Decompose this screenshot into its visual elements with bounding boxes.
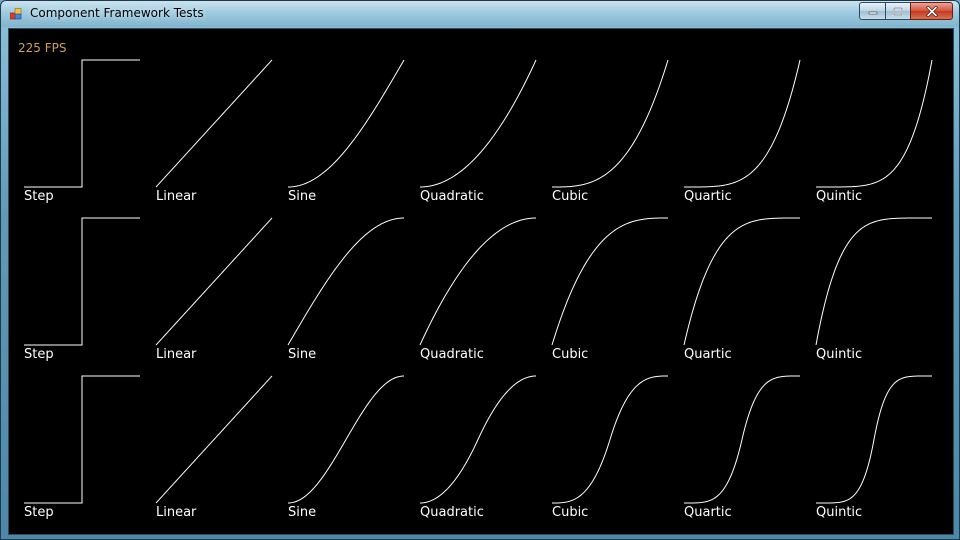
easing-label-sine: Sine: [288, 505, 316, 520]
easing-label-quintic: Quintic: [816, 505, 862, 520]
easing-curve-linear-in-out: [155, 375, 273, 504]
easing-label-step: Step: [24, 347, 54, 362]
easing-label-linear: Linear: [156, 347, 197, 362]
easing-curve-quartic-in-out: [684, 375, 800, 504]
app-window: Component Framework Tests Step Linear Si…: [0, 0, 960, 540]
easing-label-linear: Linear: [156, 189, 197, 204]
easing-label-step: Step: [24, 189, 54, 204]
easing-curve-step-out: [24, 217, 140, 346]
easing-label-cubic: Cubic: [552, 347, 588, 362]
title-bar[interactable]: Component Framework Tests: [1, 1, 959, 27]
easing-label-quadratic: Quadratic: [420, 347, 484, 362]
easing-label-linear: Linear: [156, 505, 197, 520]
easing-label-quadratic: Quadratic: [420, 189, 484, 204]
fps-counter: 225 FPS: [18, 41, 67, 55]
easing-curve-quintic-in: [816, 59, 933, 188]
maximize-icon: [893, 6, 903, 16]
easing-curve-linear-in: [155, 59, 273, 188]
easing-label-cubic: Cubic: [552, 505, 588, 520]
easing-curve-quartic-in: [684, 59, 801, 188]
minimize-button[interactable]: [859, 2, 885, 20]
easing-curve-sine-in-out: [287, 375, 405, 504]
easing-curve-sine-in: [287, 59, 405, 188]
easing-curve-cubic-in-out: [552, 375, 668, 504]
maximize-button[interactable]: [885, 2, 910, 20]
easing-curve-quintic-in-out: [816, 375, 932, 504]
easing-label-quadratic: Quadratic: [420, 505, 484, 520]
easing-label-quintic: Quintic: [816, 189, 862, 204]
app-icon: [10, 8, 22, 20]
easing-curve-quintic-out: [815, 217, 932, 346]
render-canvas[interactable]: Step Linear Sine Quadratic Cubic Quartic Quint…: [8, 28, 954, 535]
easing-curve-cubic-in: [552, 59, 669, 188]
close-button[interactable]: [910, 2, 953, 20]
easing-curve-quadratic-in-out: [419, 375, 537, 504]
easing-label-sine: Sine: [288, 347, 316, 362]
easing-label-quartic: Quartic: [684, 505, 732, 520]
minimize-icon: [868, 11, 877, 15]
easing-label-quartic: Quartic: [684, 347, 732, 362]
easing-label-step: Step: [24, 505, 54, 520]
easing-label-quintic: Quintic: [816, 347, 862, 362]
easing-curve-quadratic-out: [419, 217, 537, 346]
easing-curve-quadratic-in: [419, 59, 537, 188]
easing-curve-linear-out: [155, 217, 273, 346]
close-icon: [926, 5, 937, 17]
window-title: Component Framework Tests: [30, 6, 204, 20]
easing-label-sine: Sine: [288, 189, 316, 204]
easing-grid: Step Linear Sine Quadratic Cubic Quartic Quint…: [24, 59, 933, 520]
caption-buttons: [859, 2, 953, 20]
easing-curve-step-in: [24, 59, 140, 188]
easing-label-cubic: Cubic: [552, 189, 588, 204]
easing-curve-quartic-out: [683, 217, 800, 346]
easing-curve-step-in-out: [24, 375, 140, 504]
easing-label-quartic: Quartic: [684, 189, 732, 204]
easing-curve-cubic-out: [551, 217, 668, 346]
easing-curve-sine-out: [287, 217, 405, 346]
